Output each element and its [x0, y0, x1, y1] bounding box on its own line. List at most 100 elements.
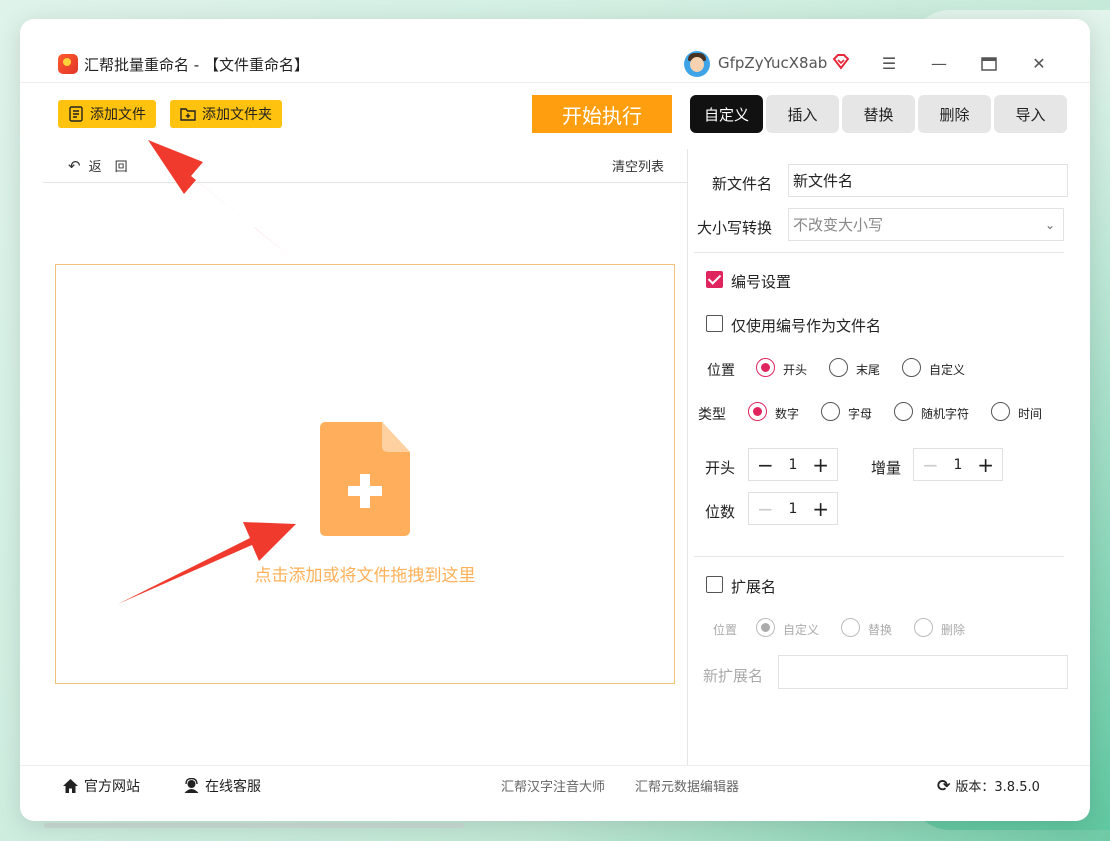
window-title: 汇帮批量重命名 - 【文件重命名】: [84, 56, 309, 74]
background-bar: [44, 823, 464, 828]
plus-icon[interactable]: +: [812, 499, 829, 519]
plus-icon[interactable]: +: [812, 455, 829, 475]
add-file-label: 添加文件: [90, 107, 146, 123]
folder-add-icon: [180, 108, 196, 121]
hamburger-icon[interactable]: ☰: [877, 52, 901, 76]
plus-icon[interactable]: +: [977, 455, 994, 475]
only-number-label: 仅使用编号作为文件名: [731, 317, 882, 335]
increment-value: 1: [953, 456, 963, 473]
username[interactable]: GfpZyYucX8ab: [718, 54, 827, 72]
numbering-checkbox[interactable]: [706, 271, 723, 288]
extension-label: 扩展名: [731, 578, 777, 596]
new-name-label: 新文件名: [712, 175, 773, 193]
type-option-letter: 字母: [848, 407, 873, 421]
ext-position-radio-delete[interactable]: [914, 618, 933, 637]
increment-stepper[interactable]: − 1 +: [913, 448, 1003, 481]
divider: [43, 182, 687, 183]
type-radio-number[interactable]: [748, 402, 767, 421]
ext-position-option-replace: 替换: [868, 623, 893, 637]
version-info[interactable]: ⟳ 版本：3.8.5.0: [937, 776, 1040, 795]
tab-import[interactable]: 导入: [994, 95, 1067, 133]
version-label: 版本：3.8.5.0: [955, 780, 1040, 795]
file-list-icon: [69, 106, 83, 122]
title-bar: 汇帮批量重命名 - 【文件重命名】 GfpZyYucX8ab ☰ — ✕: [20, 19, 1090, 83]
back-button[interactable]: ↶ 返 回: [68, 156, 128, 176]
clear-list-button[interactable]: 清空列表: [612, 156, 664, 175]
ext-position-radio-replace[interactable]: [841, 618, 860, 637]
extension-checkbox[interactable]: [706, 576, 723, 593]
refresh-icon: ⟳: [937, 776, 951, 795]
digits-stepper[interactable]: − 1 +: [748, 492, 838, 525]
minimize-icon[interactable]: —: [927, 52, 951, 76]
start-number-stepper[interactable]: − 1 +: [748, 448, 838, 481]
only-number-checkbox[interactable]: [706, 315, 723, 332]
type-option-time: 时间: [1018, 407, 1043, 421]
add-file-icon: [320, 422, 410, 536]
case-label: 大小写转换: [697, 219, 773, 237]
tab-bar: 自定义 插入 替换 删除 导入: [690, 95, 1067, 133]
app-window: 汇帮批量重命名 - 【文件重命名】 GfpZyYucX8ab ☰ — ✕ 添加文…: [20, 19, 1090, 821]
new-name-input[interactable]: 新文件名: [788, 164, 1068, 197]
case-select[interactable]: 不改变大小写 ⌄: [788, 208, 1064, 241]
ext-position-option-delete: 删除: [941, 623, 966, 637]
footer: 官方网站 在线客服 汇帮汉字注音大师 汇帮元数据编辑器 ⟳ 版本：3.8.5.0: [20, 765, 1090, 821]
home-icon: [63, 779, 78, 793]
website-link[interactable]: 官方网站: [62, 776, 140, 796]
minus-icon[interactable]: −: [922, 455, 939, 475]
position-radio-end[interactable]: [829, 358, 848, 377]
type-radio-random[interactable]: [894, 402, 913, 421]
type-option-random: 随机字符: [921, 407, 970, 421]
support-link[interactable]: 在线客服: [183, 776, 261, 796]
ext-position-label: 位置: [713, 623, 738, 637]
ext-position-radio-custom[interactable]: [756, 618, 775, 637]
headset-icon: [184, 778, 199, 793]
start-number-label: 开头: [705, 459, 736, 477]
maximize-icon[interactable]: [977, 52, 1001, 76]
position-option-end: 末尾: [856, 363, 881, 377]
minus-icon[interactable]: −: [757, 455, 774, 475]
add-folder-button[interactable]: 添加文件夹: [170, 100, 282, 128]
tab-insert[interactable]: 插入: [766, 95, 839, 133]
tab-replace[interactable]: 替换: [842, 95, 915, 133]
divider: [694, 252, 1064, 253]
metadata-editor-link[interactable]: 汇帮元数据编辑器: [635, 776, 739, 795]
hanzi-pinyin-link[interactable]: 汇帮汉字注音大师: [501, 776, 605, 795]
case-select-value: 不改变大小写: [793, 216, 884, 234]
start-number-value: 1: [788, 456, 798, 473]
type-label: 类型: [698, 407, 726, 423]
type-radio-time[interactable]: [991, 402, 1010, 421]
chevron-down-icon: ⌄: [1044, 217, 1055, 232]
dropzone-text: 点击添加或将文件拖拽到这里: [254, 566, 476, 586]
tab-delete[interactable]: 删除: [918, 95, 991, 133]
back-label: 返 回: [88, 160, 128, 175]
divider: [694, 556, 1064, 557]
minus-icon[interactable]: −: [757, 499, 774, 519]
numbering-label: 编号设置: [731, 273, 792, 291]
add-file-button[interactable]: 添加文件: [58, 100, 156, 128]
ext-position-option-custom: 自定义: [783, 623, 820, 637]
new-ext-label: 新扩展名: [703, 667, 764, 685]
app-logo-icon: [58, 54, 78, 74]
type-option-number: 数字: [775, 407, 800, 421]
position-label: 位置: [707, 363, 735, 379]
new-ext-input[interactable]: [778, 655, 1068, 689]
settings-panel: 新文件名 新文件名 大小写转换 不改变大小写 ⌄ 编号设置 仅使用编号作为文件名…: [687, 149, 1068, 765]
avatar[interactable]: [684, 51, 710, 77]
tab-custom[interactable]: 自定义: [690, 95, 763, 133]
type-radio-letter[interactable]: [821, 402, 840, 421]
support-label: 在线客服: [205, 779, 261, 795]
digits-label: 位数: [705, 503, 736, 521]
position-option-custom: 自定义: [929, 363, 966, 377]
start-button[interactable]: 开始执行: [532, 95, 672, 133]
digits-value: 1: [788, 500, 798, 517]
file-dropzone[interactable]: 点击添加或将文件拖拽到这里: [55, 264, 675, 684]
close-icon[interactable]: ✕: [1027, 52, 1051, 76]
position-radio-custom[interactable]: [902, 358, 921, 377]
website-label: 官方网站: [84, 779, 140, 795]
add-folder-label: 添加文件夹: [202, 107, 272, 123]
position-radio-start[interactable]: [756, 358, 775, 377]
diamond-icon[interactable]: [832, 53, 850, 71]
undo-icon: ↶: [68, 156, 81, 175]
position-option-start: 开头: [783, 363, 808, 377]
increment-label: 增量: [871, 459, 902, 477]
